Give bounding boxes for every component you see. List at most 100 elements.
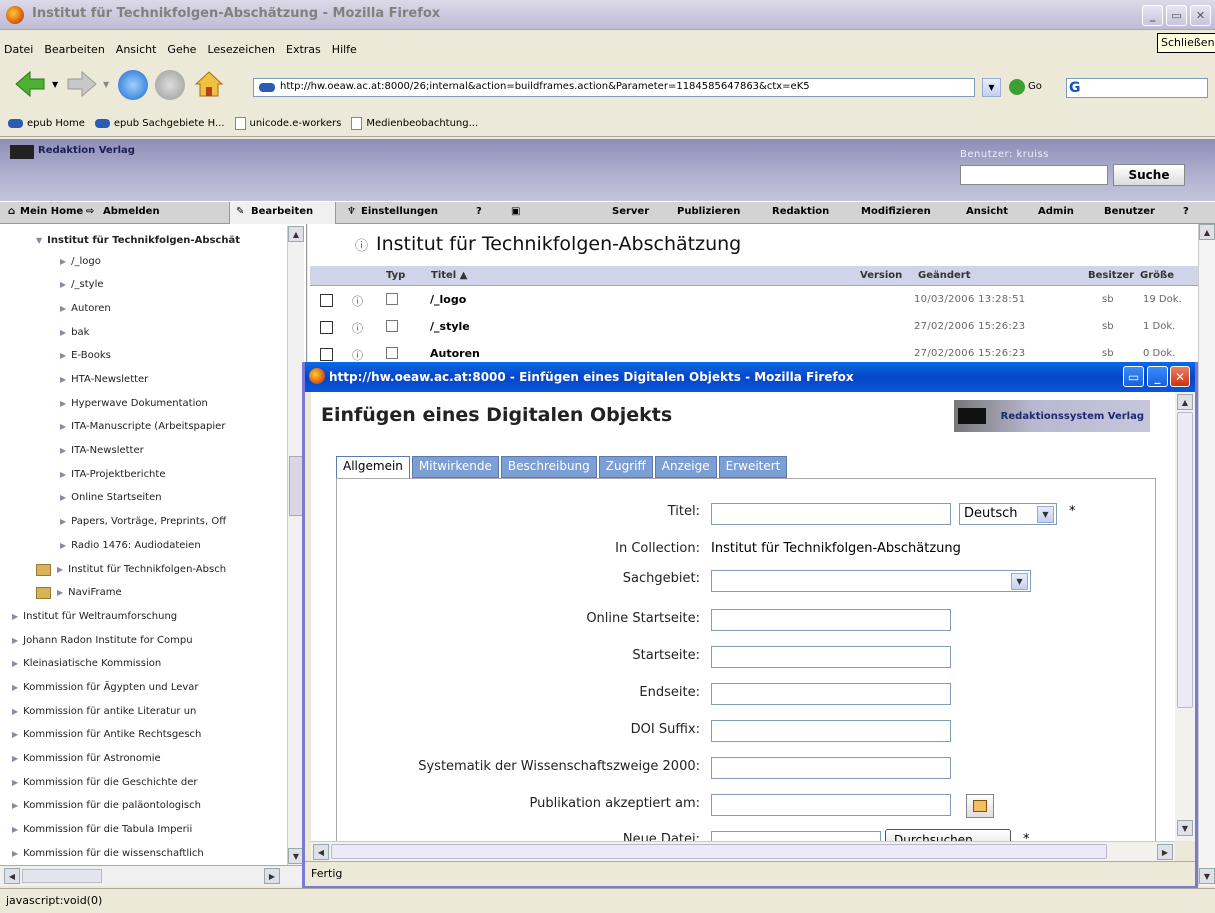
tree-item[interactable]: ▶ ITA-Newsletter bbox=[60, 440, 144, 461]
row-name[interactable]: Autoren bbox=[430, 347, 480, 360]
bookmark-epub-home[interactable]: epub Home bbox=[8, 118, 85, 129]
bookmark-unicode[interactable]: unicode.e-workers bbox=[234, 117, 341, 130]
scroll-right-icon[interactable]: ▶ bbox=[264, 868, 280, 884]
url-field[interactable]: http://hw.oeaw.ac.at:8000/26;internal&ac… bbox=[253, 78, 975, 97]
titel-input[interactable] bbox=[711, 503, 951, 525]
row-checkbox[interactable] bbox=[320, 294, 333, 307]
forward-button[interactable] bbox=[66, 70, 98, 98]
tab-erweitert[interactable]: Erweitert bbox=[718, 456, 788, 478]
row-checkbox[interactable] bbox=[320, 348, 333, 361]
sachgebiet-select[interactable]: ▼ bbox=[711, 570, 1031, 592]
back-dropdown-icon[interactable]: ▼ bbox=[52, 80, 58, 89]
language-select[interactable]: Deutsch ▼ bbox=[959, 503, 1057, 525]
suche-button[interactable]: Suche bbox=[1113, 164, 1185, 186]
row-name[interactable]: /_logo bbox=[430, 293, 466, 306]
scroll-thumb[interactable] bbox=[22, 869, 102, 883]
scroll-left-icon[interactable]: ◀ bbox=[313, 844, 329, 860]
calendar-button[interactable] bbox=[966, 794, 994, 818]
bookmark-medienbeobachtung[interactable]: Medienbeobachtung... bbox=[351, 117, 478, 130]
info-icon[interactable]: ⓘ bbox=[352, 347, 363, 363]
row-name[interactable]: /_style bbox=[430, 320, 470, 333]
tree-item[interactable]: ▶ Kleinasiatische Kommission bbox=[12, 653, 161, 674]
tree-item[interactable]: ▶ Kommission für die wissenschaftlich bbox=[12, 843, 204, 864]
col-besitzer[interactable]: Besitzer bbox=[1088, 270, 1134, 281]
menu-bearbeiten-label[interactable]: Bearbeiten bbox=[251, 206, 313, 217]
menu-publizieren[interactable]: Publizieren bbox=[677, 206, 740, 217]
reload-button[interactable] bbox=[118, 70, 148, 100]
chevron-down-icon[interactable]: ▼ bbox=[1037, 506, 1054, 523]
scroll-thumb[interactable] bbox=[289, 456, 303, 516]
info-icon[interactable]: ⓘ bbox=[352, 293, 363, 309]
back-button[interactable] bbox=[14, 70, 46, 98]
doi-suffix-input[interactable] bbox=[711, 720, 951, 742]
scroll-right-icon[interactable]: ▶ bbox=[1157, 844, 1173, 860]
tree-item[interactable]: ▶ Kommission für die paläontologisch bbox=[12, 795, 201, 816]
tab-anzeige[interactable]: Anzeige bbox=[654, 456, 717, 478]
popup-minimize-button[interactable]: _ bbox=[1147, 366, 1168, 387]
menu-redaktion[interactable]: Redaktion bbox=[772, 206, 829, 217]
tree-item[interactable]: ▶ Hyperwave Dokumentation bbox=[60, 393, 208, 414]
online-startseite-input[interactable] bbox=[711, 609, 951, 631]
url-dropdown-button[interactable]: ▼ bbox=[982, 78, 1001, 97]
table-row[interactable]: ⓘ /_logo 10/03/2006 13:28:51 sb 19 Dok. bbox=[310, 288, 1198, 314]
tree-item[interactable]: ▶ /_style bbox=[60, 274, 104, 295]
menu-help[interactable]: ? bbox=[1183, 206, 1189, 217]
scroll-up-icon[interactable]: ▲ bbox=[1199, 224, 1215, 240]
search-input[interactable]: G bbox=[1066, 78, 1208, 98]
tree-item[interactable]: ▶ Autoren bbox=[60, 298, 111, 319]
tree-item[interactable]: ▶ Kommission für die Tabula Imperii bbox=[12, 819, 192, 840]
tree-item[interactable]: ▶ ITA-Manuscripte (Arbeitspapier bbox=[60, 416, 225, 437]
popup-close-button[interactable]: ✕ bbox=[1170, 366, 1190, 387]
frame-icon[interactable]: ▣ bbox=[511, 206, 520, 217]
scroll-down-icon[interactable]: ▼ bbox=[1199, 868, 1215, 884]
menu-bearbeiten[interactable]: Bearbeiten bbox=[44, 43, 104, 56]
menu-admin[interactable]: Admin bbox=[1038, 206, 1074, 217]
menu-ansicht[interactable]: Ansicht bbox=[116, 43, 157, 56]
tree-item[interactable]: ▶ Online Startseiten bbox=[60, 487, 162, 508]
publikation-input[interactable] bbox=[711, 794, 951, 816]
tree-item[interactable]: ▶ Radio 1476: Audiodateien bbox=[60, 535, 201, 556]
go-icon[interactable] bbox=[1009, 79, 1025, 95]
tree-item[interactable]: ▶ Johann Radon Institute for Compu bbox=[12, 630, 193, 651]
tree-item[interactable]: ▶ Kommission für antike Literatur un bbox=[12, 701, 196, 722]
menu-einstellungen[interactable]: Einstellungen bbox=[361, 206, 438, 217]
popup-vertical-scrollbar[interactable]: ▲ ▼ bbox=[1175, 392, 1195, 841]
site-search-input[interactable] bbox=[960, 165, 1108, 185]
minimize-button[interactable]: _ bbox=[1142, 5, 1163, 26]
menu-server[interactable]: Server bbox=[612, 206, 649, 217]
tree-item[interactable]: ▶ Kommission für die Geschichte der bbox=[12, 772, 197, 793]
main-vertical-scrollbar[interactable]: ▲ ▼ bbox=[1198, 224, 1215, 886]
popup-maximize-button[interactable]: ▭ bbox=[1123, 366, 1144, 387]
tab-beschreibung[interactable]: Beschreibung bbox=[500, 456, 597, 478]
menu-benutzer[interactable]: Benutzer bbox=[1104, 206, 1155, 217]
tree-item[interactable]: ▶ NaviFrame bbox=[36, 582, 122, 603]
menu-hilfe[interactable]: Hilfe bbox=[332, 43, 357, 56]
col-groesse[interactable]: Größe bbox=[1140, 270, 1174, 281]
tree-item[interactable]: ▶ /_logo bbox=[60, 251, 101, 272]
tab-zugriff[interactable]: Zugriff bbox=[598, 456, 653, 478]
menu-datei[interactable]: Datei bbox=[4, 43, 33, 56]
menu-ansicht-app[interactable]: Ansicht bbox=[966, 206, 1008, 217]
tree-item[interactable]: ▶ Kommission für Antike Rechtsgesch bbox=[12, 724, 201, 745]
startseite-input[interactable] bbox=[711, 646, 951, 668]
scroll-left-icon[interactable]: ◀ bbox=[4, 868, 20, 884]
menu-gehe[interactable]: Gehe bbox=[167, 43, 196, 56]
tree-item[interactable]: ▶ Kommission für Astronomie bbox=[12, 748, 161, 769]
scroll-up-icon[interactable]: ▲ bbox=[288, 226, 304, 242]
popup-horizontal-scrollbar[interactable]: ◀ ▶ bbox=[311, 841, 1175, 861]
home-button[interactable] bbox=[194, 70, 224, 98]
help-icon[interactable]: ? bbox=[476, 206, 482, 217]
table-row[interactable]: ⓘ /_style 27/02/2006 15:26:23 sb 1 Dok. bbox=[310, 315, 1198, 341]
col-version[interactable]: Version bbox=[860, 270, 902, 281]
scroll-thumb[interactable] bbox=[1177, 412, 1193, 708]
tab-allgemein[interactable]: Allgemein bbox=[336, 456, 410, 478]
tree-item[interactable]: ▶ E-Books bbox=[60, 345, 111, 366]
tree-item-root[interactable]: ▼ Institut für Technikfolgen-Abschät bbox=[36, 230, 240, 251]
bookmark-epub-sachgebiete[interactable]: epub Sachgebiete H... bbox=[94, 118, 225, 129]
tree-item[interactable]: ▶ Kommission für Ägypten und Levar bbox=[12, 677, 199, 698]
neue-datei-input[interactable] bbox=[711, 831, 881, 841]
tree-horizontal-scrollbar[interactable]: ◀ ▶ bbox=[0, 865, 307, 886]
scroll-up-icon[interactable]: ▲ bbox=[1177, 394, 1193, 410]
tree-item[interactable]: ▶ Papers, Vorträge, Preprints, Off bbox=[60, 511, 226, 532]
col-titel[interactable]: Titel ▲ bbox=[431, 270, 467, 281]
